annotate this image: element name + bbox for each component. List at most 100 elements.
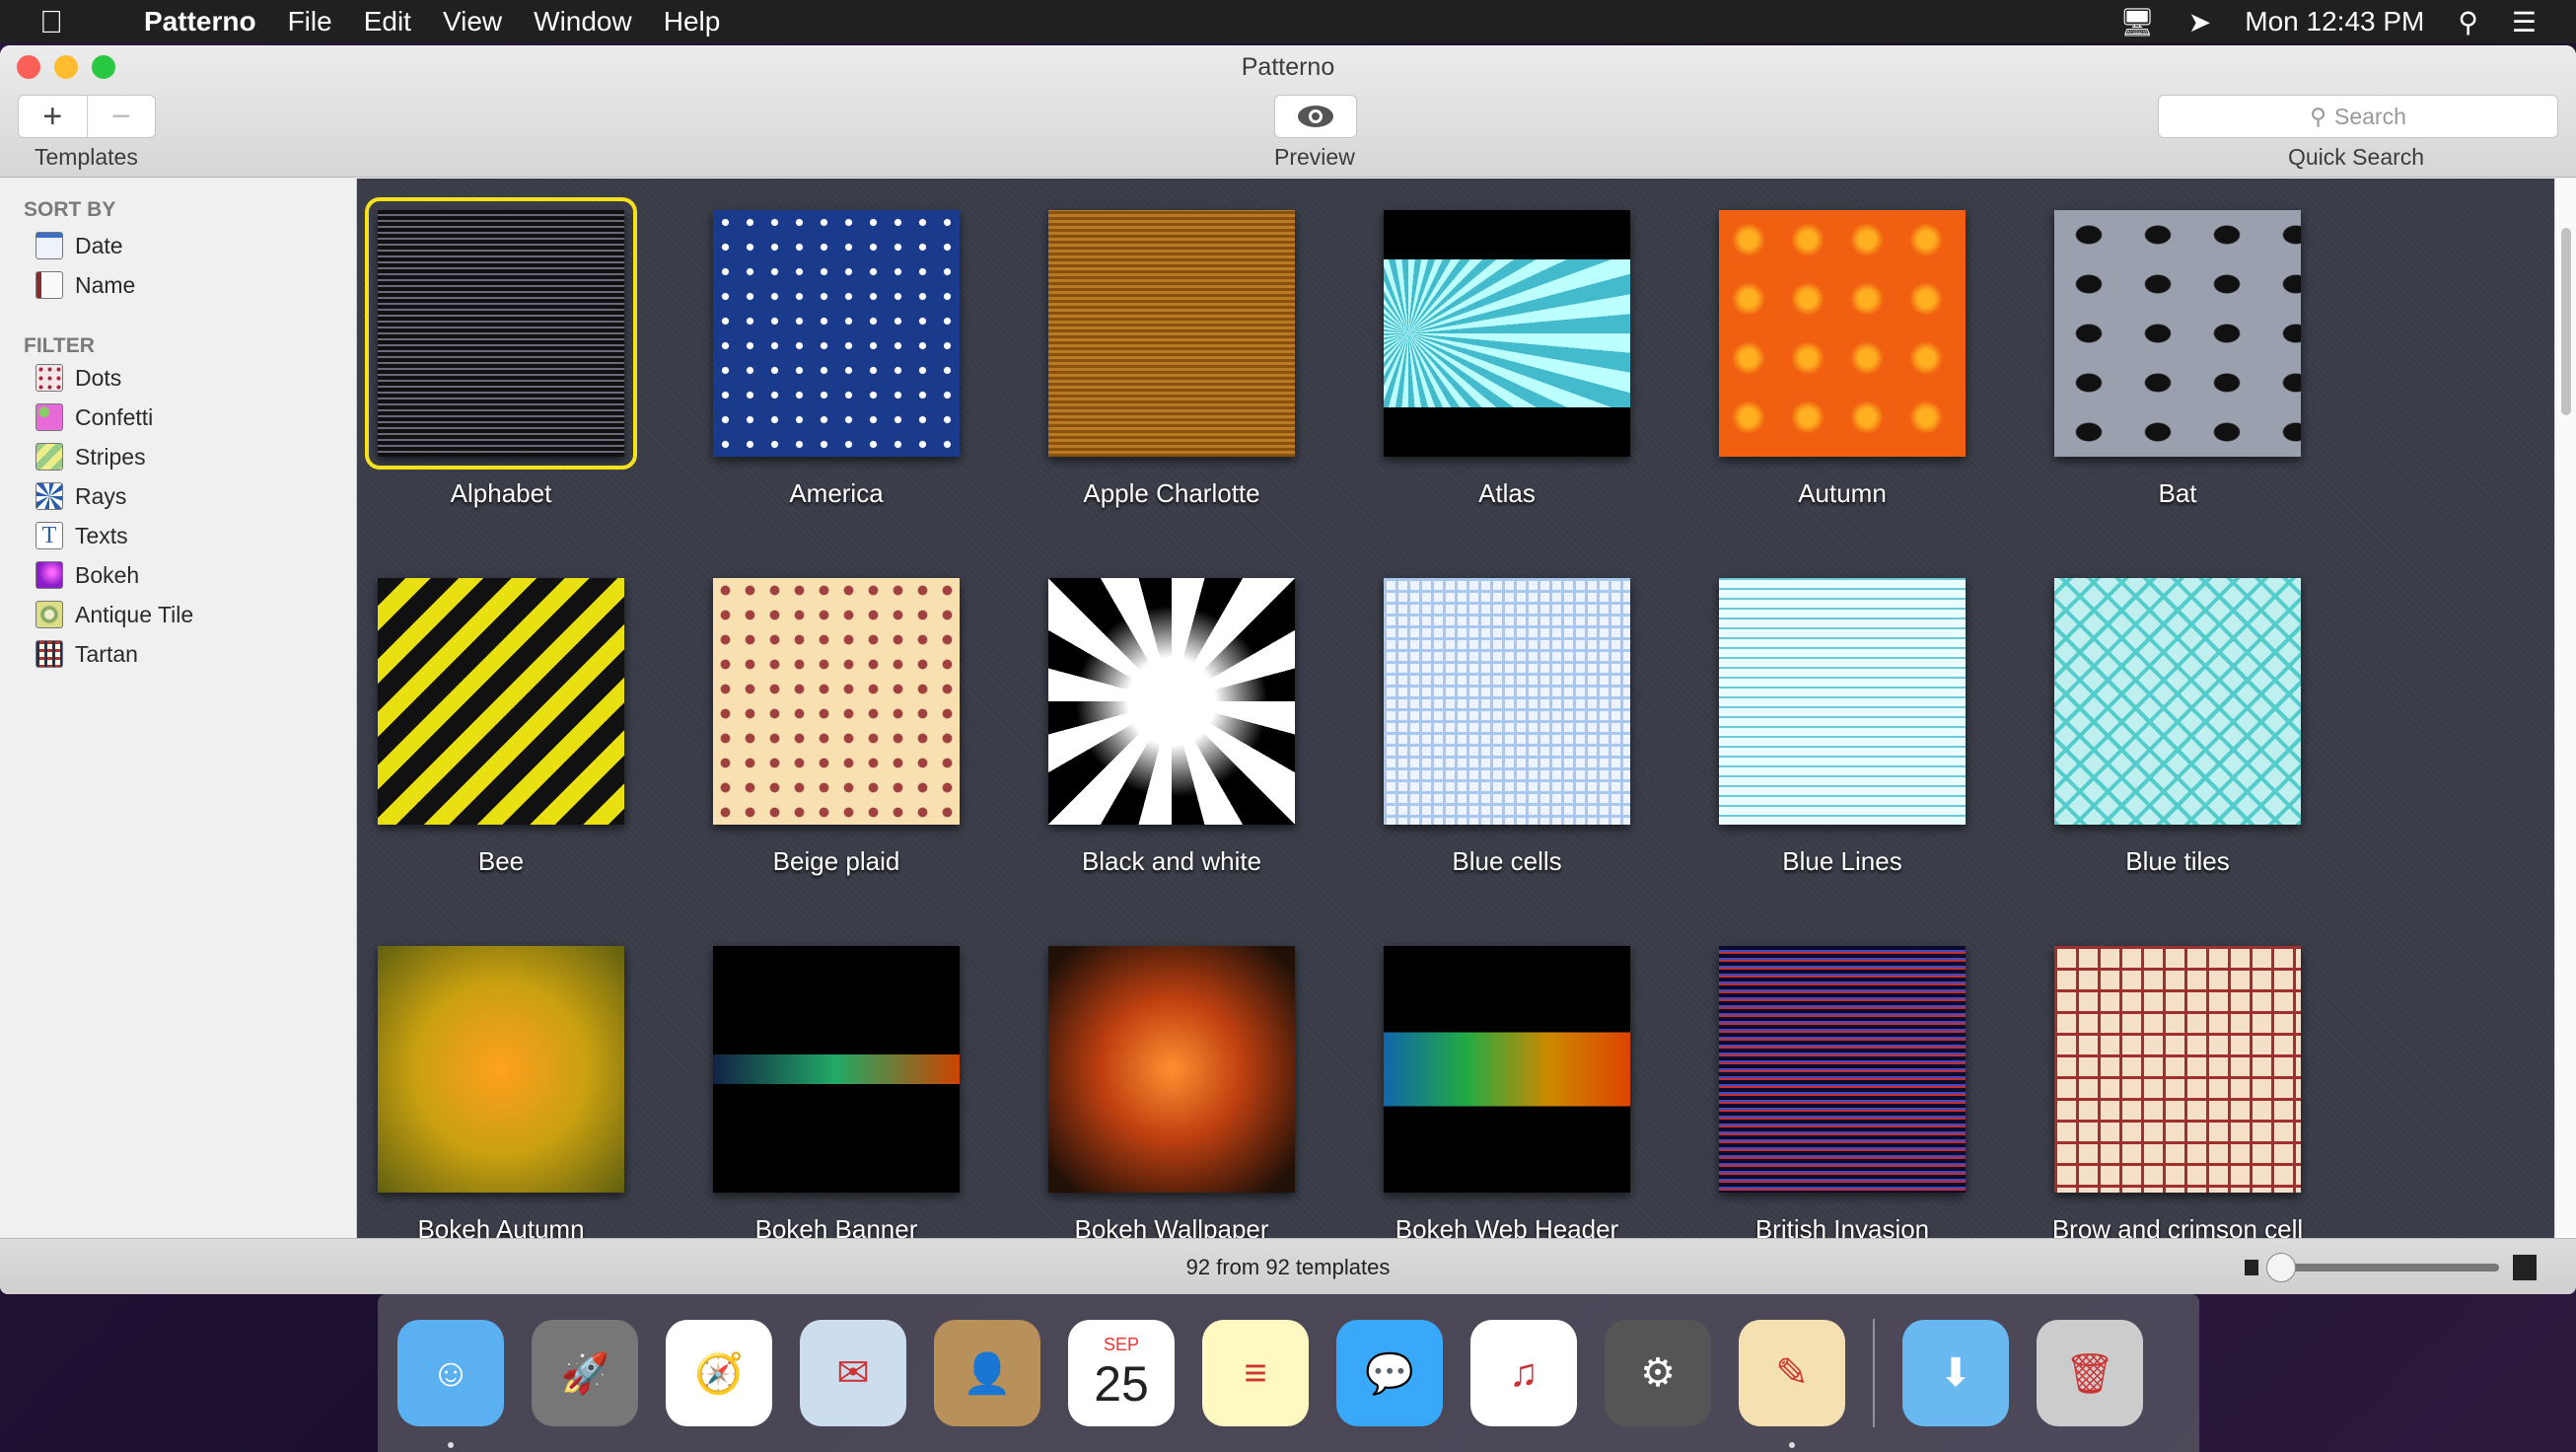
running-indicator: [1789, 1442, 1795, 1448]
template-tile[interactable]: America: [669, 210, 1004, 509]
dock-system-preferences-icon[interactable]: ⚙: [1605, 1320, 1711, 1426]
sidebar-item-dots[interactable]: Dots: [36, 358, 356, 398]
display-icon[interactable]: 🖥: [2119, 6, 2155, 38]
template-tile[interactable]: British Invasion: [1675, 946, 2010, 1238]
template-tile[interactable]: Blue cells: [1339, 578, 1675, 877]
remove-template-button[interactable]: −: [86, 96, 156, 137]
dock-mail-icon[interactable]: ✉: [800, 1320, 906, 1426]
template-tile[interactable]: Bokeh Autumn: [357, 946, 669, 1238]
template-tile[interactable]: Blue tiles: [2010, 578, 2345, 877]
dock-calendar-icon[interactable]: SEP 25: [1068, 1320, 1175, 1426]
template-thumbnail: [1719, 578, 1966, 825]
template-tile[interactable]: Autumn: [1675, 210, 2010, 509]
status-bar: 92 from 92 templates: [0, 1238, 2576, 1294]
template-name: Bee: [477, 846, 525, 876]
template-thumbnail: [2054, 578, 2301, 825]
template-tile[interactable]: Brow and crimson cell: [2010, 946, 2345, 1238]
template-tile[interactable]: Bee: [357, 578, 669, 877]
dock-notes-icon[interactable]: ≡: [1202, 1320, 1309, 1426]
large-thumbnail-icon: [2513, 1254, 2537, 1280]
sidebar-item-label: Texts: [75, 522, 128, 548]
menu-bar:  Patterno File Edit View Window Help 🖥 …: [0, 0, 2576, 43]
dock-trash-icon[interactable]: 🗑: [2037, 1320, 2143, 1426]
sidebar-item-label: Antique Tile: [75, 601, 194, 627]
dock-safari-icon[interactable]: 🧭: [666, 1320, 772, 1426]
template-name: Bokeh Wallpaper: [1074, 1214, 1269, 1238]
template-thumbnail: [2054, 210, 2301, 457]
template-name: Autumn: [1798, 478, 1887, 508]
template-tile[interactable]: Atlas: [1339, 210, 1675, 509]
sidebar-item-bokeh[interactable]: Bokeh: [36, 555, 356, 595]
thumbnail-size-slider[interactable]: [2245, 1239, 2537, 1294]
sidebar-item-label: Stripes: [75, 443, 146, 470]
template-thumbnail: [1048, 578, 1295, 825]
app-window: Patterno + − Templates Preview ⚲ Search …: [0, 45, 2576, 1294]
spotlight-icon[interactable]: ⚲: [2458, 6, 2478, 38]
filter-heading: FILTER: [24, 334, 95, 357]
template-thumbnail: [713, 946, 960, 1193]
dock-launchpad-icon[interactable]: 🚀: [532, 1320, 638, 1426]
search-input[interactable]: ⚲ Search: [2158, 95, 2558, 138]
sort-by-heading: SORT BY: [24, 198, 116, 221]
vertical-scrollbar[interactable]: [2554, 179, 2576, 1238]
calendar-icon: [36, 232, 63, 259]
sidebar-item-label: Rays: [75, 482, 127, 509]
templates-label: Templates: [35, 144, 138, 170]
menu-app[interactable]: Patterno: [144, 6, 256, 37]
name-book-icon: [36, 271, 63, 299]
template-tile[interactable]: Apple Charlotte: [1004, 210, 1339, 509]
slider-knob[interactable]: [2266, 1252, 2296, 1282]
notification-center-icon[interactable]: ☰: [2512, 6, 2537, 38]
sidebar-item-stripes[interactable]: Stripes: [36, 437, 356, 476]
dock-itunes-icon[interactable]: ♫: [1470, 1320, 1577, 1426]
sidebar-item-date[interactable]: Date: [36, 226, 356, 265]
template-tile[interactable]: Bokeh Banner: [669, 946, 1004, 1238]
template-thumbnail: [1384, 210, 1630, 457]
apple-menu-icon[interactable]: : [39, 4, 79, 40]
template-tile[interactable]: Blue Lines: [1675, 578, 2010, 877]
add-template-button[interactable]: +: [19, 96, 87, 137]
template-count: 92 from 92 templates: [1185, 1255, 1391, 1279]
dock-downloads-icon[interactable]: ⬇: [1902, 1320, 2009, 1426]
dock-messages-icon[interactable]: 💬: [1336, 1320, 1443, 1426]
template-tile[interactable]: Alphabet: [357, 197, 669, 509]
sidebar-item-confetti[interactable]: Confetti: [36, 398, 356, 437]
tartan-icon: [36, 640, 63, 668]
template-thumbnail: [378, 578, 624, 825]
sidebar-item-name[interactable]: Name: [36, 265, 356, 305]
template-name: Blue Lines: [1782, 846, 1902, 876]
sidebar-item-label: Dots: [75, 364, 122, 391]
dock-patterno-icon[interactable]: ✎: [1739, 1320, 1845, 1448]
template-tile[interactable]: Bokeh Wallpaper: [1004, 946, 1339, 1238]
template-name: Bokeh Web Header: [1395, 1214, 1619, 1238]
template-tile[interactable]: Bat: [2010, 210, 2345, 509]
sidebar-item-texts[interactable]: T Texts: [36, 516, 356, 555]
template-name: Bokeh Banner: [754, 1214, 918, 1238]
dock-contacts-icon[interactable]: 👤: [934, 1320, 1040, 1426]
sidebar-item-label: Tartan: [75, 640, 138, 667]
dock-finder-icon[interactable]: ☺: [397, 1320, 504, 1448]
menu-view[interactable]: View: [443, 6, 502, 37]
template-thumbnail: [1719, 946, 1966, 1193]
menu-file[interactable]: File: [288, 6, 332, 37]
menu-edit[interactable]: Edit: [364, 6, 411, 37]
menu-help[interactable]: Help: [664, 6, 721, 37]
template-tile[interactable]: Bokeh Web Header: [1339, 946, 1675, 1238]
template-thumbnail: [1048, 210, 1295, 457]
template-thumbnail: [1384, 578, 1630, 825]
sidebar-item-antique-tile[interactable]: Antique Tile: [36, 595, 356, 634]
template-thumbnail: [365, 197, 637, 470]
clock[interactable]: Mon 12:43 PM: [2245, 6, 2424, 37]
menu-window[interactable]: Window: [534, 6, 632, 37]
sidebar-item-rays[interactable]: Rays: [36, 476, 356, 516]
sidebar: SORT BY Date Name FILTER Dots Confetti Stri…: [0, 179, 357, 1238]
cursor-app-icon[interactable]: ➤: [2188, 6, 2211, 38]
calendar-day: 25: [1094, 1355, 1149, 1412]
preview-button[interactable]: [1274, 95, 1357, 138]
template-tile[interactable]: Black and white: [1004, 578, 1339, 877]
sidebar-item-tartan[interactable]: Tartan: [36, 634, 356, 674]
template-name: Bokeh Autumn: [417, 1214, 585, 1238]
eye-icon: [1298, 106, 1333, 127]
search-placeholder: Search: [2333, 103, 2406, 129]
template-tile[interactable]: Beige plaid: [669, 578, 1004, 877]
